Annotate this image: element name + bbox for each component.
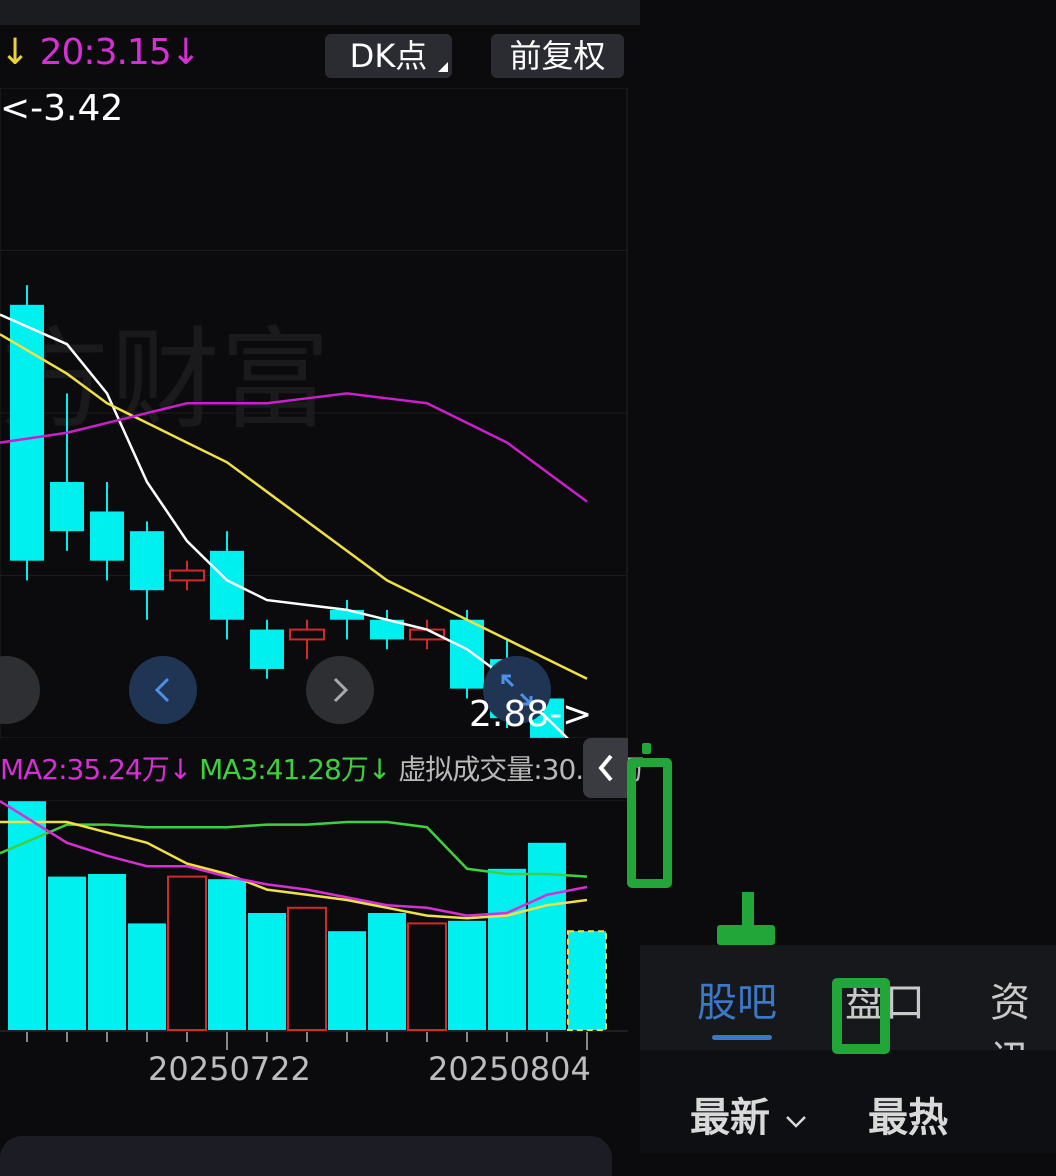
candle-body [169, 569, 205, 582]
candle [10, 285, 44, 581]
top-strip [0, 0, 640, 25]
volume-bar [488, 868, 526, 1030]
sort-hottest-button[interactable]: 最热 [868, 1085, 948, 1143]
ma20-value: 20:3.15 [39, 32, 172, 73]
volume-bar [567, 930, 607, 1031]
volume-bars-group [8, 801, 607, 1031]
annotation-rect-small [832, 978, 890, 1054]
chevron-right-icon [333, 677, 349, 703]
candle-body [289, 628, 325, 641]
vol-ma3-value: MA3:41.28万 [199, 753, 369, 786]
volume-bar [88, 874, 126, 1030]
volume-chart[interactable] [0, 800, 628, 1050]
candlestick-chart[interactable]: 方财富 [0, 88, 628, 738]
collapse-panel-button[interactable] [583, 738, 628, 798]
prev-button[interactable] [129, 656, 197, 724]
candle [450, 609, 484, 699]
vol-ma2-value: MA2:35.24万 [0, 753, 170, 786]
ma20-arrow: ↓ [170, 32, 201, 73]
dk-point-label: DK点 [349, 37, 428, 75]
sort-latest-button[interactable]: 最新 [690, 1085, 808, 1143]
candle [169, 560, 205, 591]
ma-arrow-prefix: ↓ [0, 32, 30, 73]
candle [90, 481, 124, 581]
candle-body [250, 629, 284, 669]
candle [250, 619, 284, 679]
candle [130, 521, 164, 620]
high-price-label: <-3.42 [0, 88, 124, 129]
volume-bar [368, 913, 406, 1030]
volume-bar [287, 906, 327, 1031]
volume-legend: MA2:35.24万↓ MA3:41.28万↓ 虚拟成交量:30.02万 [0, 748, 645, 788]
candle-body [50, 481, 84, 532]
active-tab-indicator [712, 1035, 772, 1040]
low-price-label: 2.88-> [469, 694, 593, 735]
tab-guba[interactable]: 股吧 [697, 970, 777, 1028]
candle [330, 600, 364, 640]
candle-body [450, 619, 484, 689]
volume-bar [167, 875, 207, 1031]
sort-latest-label: 最新 [690, 1095, 770, 1141]
volume-bar [48, 876, 86, 1030]
volume-bar [128, 923, 166, 1030]
next-button[interactable] [306, 656, 374, 724]
date-label-0804: 20250804 [428, 1050, 591, 1088]
volume-bar [248, 913, 286, 1030]
ma-indicator-line: ↓ 20:3.15↓ [0, 32, 201, 73]
annotation-dot [642, 743, 651, 754]
annotation-rect-large [627, 758, 672, 888]
candle-body [130, 531, 164, 591]
date-label-0722: 20250722 [148, 1050, 311, 1088]
bottom-card-edge [0, 1136, 612, 1176]
forward-adjust-button[interactable]: 前复权 [491, 34, 624, 78]
vol-ma3-arrow: ↓ [367, 753, 391, 786]
annotation-base [717, 925, 775, 945]
dk-point-button[interactable]: DK点 [325, 34, 452, 78]
minus-icon [0, 680, 16, 700]
chevron-left-icon [597, 754, 613, 782]
volume-bar [528, 842, 566, 1030]
volume-bar [328, 931, 366, 1030]
volume-bar [407, 922, 447, 1031]
dropdown-triangle-icon [438, 62, 448, 72]
candle-body [330, 609, 364, 620]
chevron-down-icon [786, 1116, 806, 1128]
candle [289, 619, 325, 660]
vol-ma2-arrow: ↓ [168, 753, 192, 786]
volume-bar [448, 920, 486, 1030]
volume-bar [208, 879, 246, 1030]
candle-body [90, 511, 124, 561]
chevron-left-icon [154, 677, 170, 703]
